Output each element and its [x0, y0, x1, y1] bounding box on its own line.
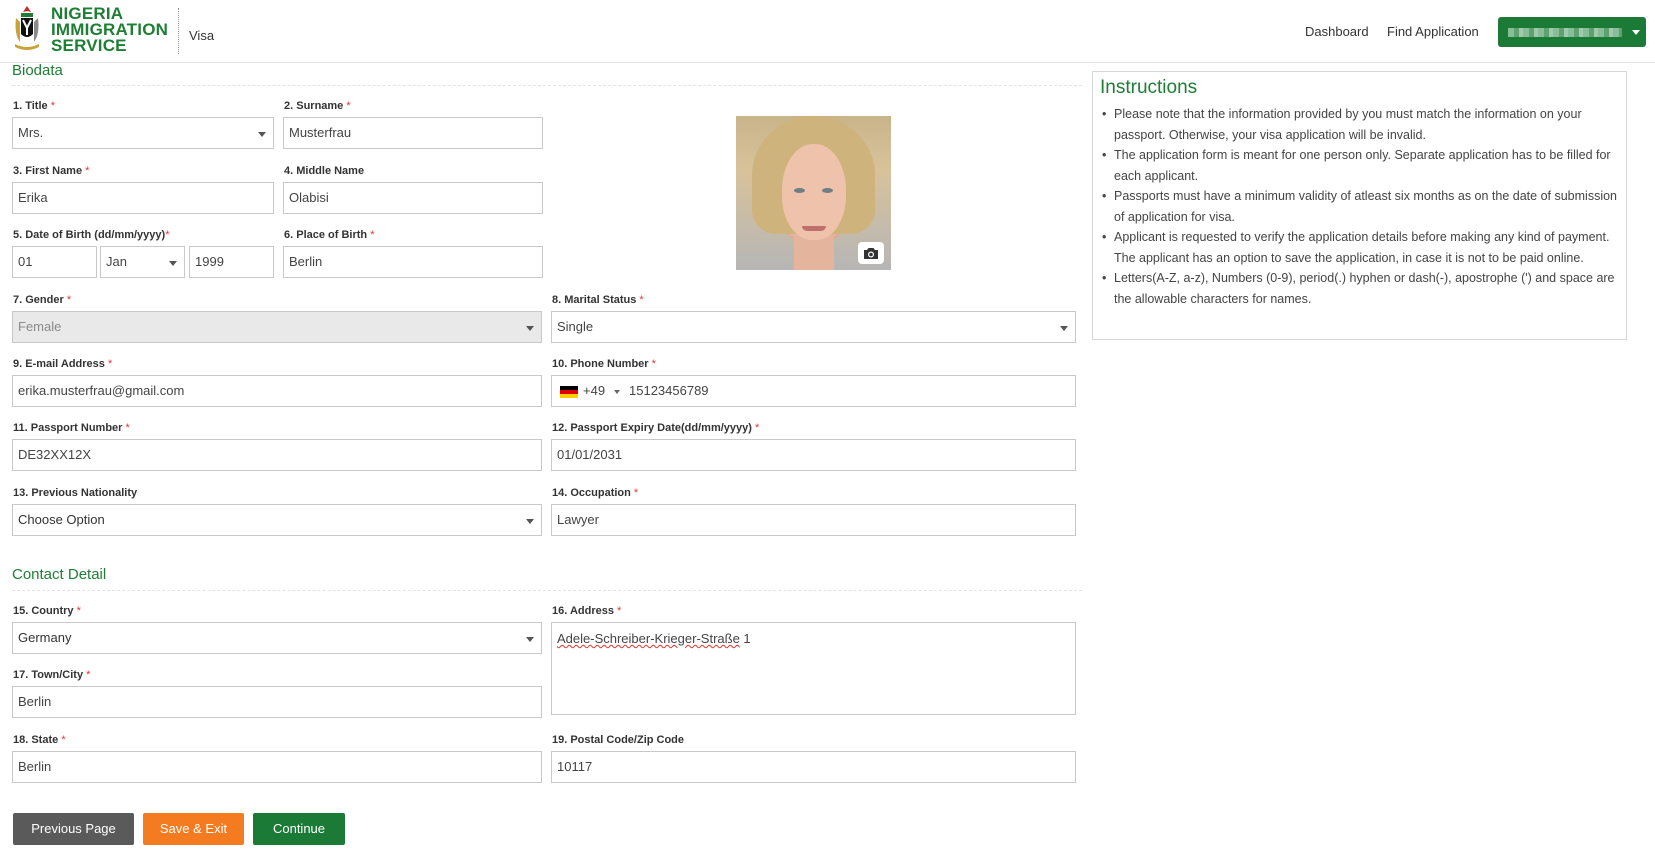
instruction-item: Please note that the information provide…	[1100, 104, 1619, 145]
label-gender: 7. Gender *	[13, 294, 72, 306]
dial-code[interactable]: +49	[583, 376, 605, 406]
brand-wordmark: NIGERIA IMMIGRATION SERVICE	[51, 4, 169, 55]
nav-dashboard[interactable]: Dashboard	[1305, 24, 1369, 39]
state-input[interactable]: Berlin	[12, 751, 542, 783]
label-phone: 10. Phone Number *	[552, 358, 656, 370]
save-exit-button[interactable]: Save & Exit	[143, 813, 244, 845]
top-header: NIGERIA IMMIGRATION SERVICE Visa Dashboa…	[0, 0, 1655, 63]
phone-number-value: 15123456789	[629, 383, 709, 398]
label-town: 17. Town/City *	[13, 669, 91, 681]
dob-day-input[interactable]: 01	[12, 246, 97, 278]
nav-find-application[interactable]: Find Application	[1387, 24, 1479, 39]
label-previous-nationality: 13. Previous Nationality	[13, 487, 138, 499]
passport-number-input[interactable]: DE32XX12X	[12, 439, 542, 471]
chevron-down-icon	[526, 326, 534, 331]
camera-icon[interactable]	[858, 242, 884, 264]
instruction-item: Letters(A-Z, a-z), Numbers (0-9), period…	[1100, 268, 1619, 309]
phone-input[interactable]: +49 15123456789	[551, 375, 1076, 407]
app-name: Visa	[189, 28, 215, 43]
germany-flag-icon[interactable]	[560, 386, 578, 398]
instruction-item: Passports must have a minimum validity o…	[1100, 186, 1619, 227]
dob-year-input[interactable]: 1999	[189, 246, 274, 278]
section-divider	[12, 590, 1082, 591]
label-date-of-birth: 5. Date of Birth (dd/mm/yyyy)*	[13, 229, 170, 241]
label-title: 1. Title *	[13, 100, 55, 112]
marital-status-select[interactable]: Single	[551, 311, 1076, 343]
label-first-name: 3. First Name *	[13, 165, 90, 177]
coat-of-arms-logo[interactable]	[12, 4, 42, 54]
middle-name-input[interactable]: Olabisi	[283, 182, 543, 214]
chevron-down-icon	[614, 390, 620, 394]
continue-button[interactable]: Continue	[253, 813, 345, 845]
email-input[interactable]: erika.musterfrau@gmail.com	[12, 375, 542, 407]
label-address: 16. Address *	[552, 605, 622, 617]
chevron-down-icon	[1060, 326, 1068, 331]
label-place-of-birth: 6. Place of Birth *	[284, 229, 375, 241]
section-title-biodata: Biodata	[12, 62, 63, 79]
postal-code-input[interactable]: 10117	[551, 751, 1076, 783]
occupation-input[interactable]: Lawyer	[551, 504, 1076, 536]
country-select[interactable]: Germany	[12, 622, 542, 654]
place-of-birth-input[interactable]: Berlin	[283, 246, 543, 278]
first-name-input[interactable]: Erika	[12, 182, 274, 214]
previous-nationality-select[interactable]: Choose Option	[12, 504, 542, 536]
instructions-title: Instructions	[1100, 77, 1198, 98]
label-occupation: 14. Occupation *	[552, 487, 639, 499]
label-middle-name: 4. Middle Name	[284, 165, 365, 177]
instruction-item: The application form is meant for one pe…	[1100, 145, 1619, 186]
label-passport-number: 11. Passport Number *	[13, 422, 130, 434]
passport-expiry-input[interactable]: 01/01/2031	[551, 439, 1076, 471]
chevron-down-icon	[1632, 30, 1640, 35]
address-textarea[interactable]: Adele-Schreiber-Krieger-Straße 1	[551, 622, 1076, 715]
town-input[interactable]: Berlin	[12, 686, 542, 718]
label-country: 15. Country *	[13, 605, 81, 617]
dob-month-select[interactable]: Jan	[100, 246, 185, 278]
instructions-panel: Instructions Please note that the inform…	[1092, 71, 1627, 340]
chevron-down-icon	[258, 132, 266, 137]
label-surname: 2. Surname *	[284, 100, 351, 112]
previous-page-button[interactable]: Previous Page	[13, 813, 134, 845]
user-menu-button[interactable]	[1498, 17, 1646, 47]
redacted-username	[1508, 28, 1622, 37]
brand-divider	[178, 8, 179, 54]
chevron-down-icon	[526, 637, 534, 642]
section-title-contact-detail: Contact Detail	[12, 566, 107, 583]
section-divider	[12, 85, 1082, 86]
label-postal-code: 19. Postal Code/Zip Code	[552, 734, 685, 746]
instructions-list: Please note that the information provide…	[1100, 104, 1619, 309]
chevron-down-icon	[169, 261, 177, 266]
chevron-down-icon	[526, 519, 534, 524]
surname-input[interactable]: Musterfrau	[283, 117, 543, 149]
label-passport-expiry: 12. Passport Expiry Date(dd/mm/yyyy) *	[552, 422, 760, 434]
label-marital-status: 8. Marital Status *	[552, 294, 644, 306]
gender-select[interactable]: Female	[12, 311, 542, 343]
label-email: 9. E-mail Address *	[13, 358, 113, 370]
title-select[interactable]: Mrs.	[12, 117, 274, 149]
label-state: 18. State *	[13, 734, 66, 746]
instruction-item: Applicant is requested to verify the app…	[1100, 227, 1619, 268]
